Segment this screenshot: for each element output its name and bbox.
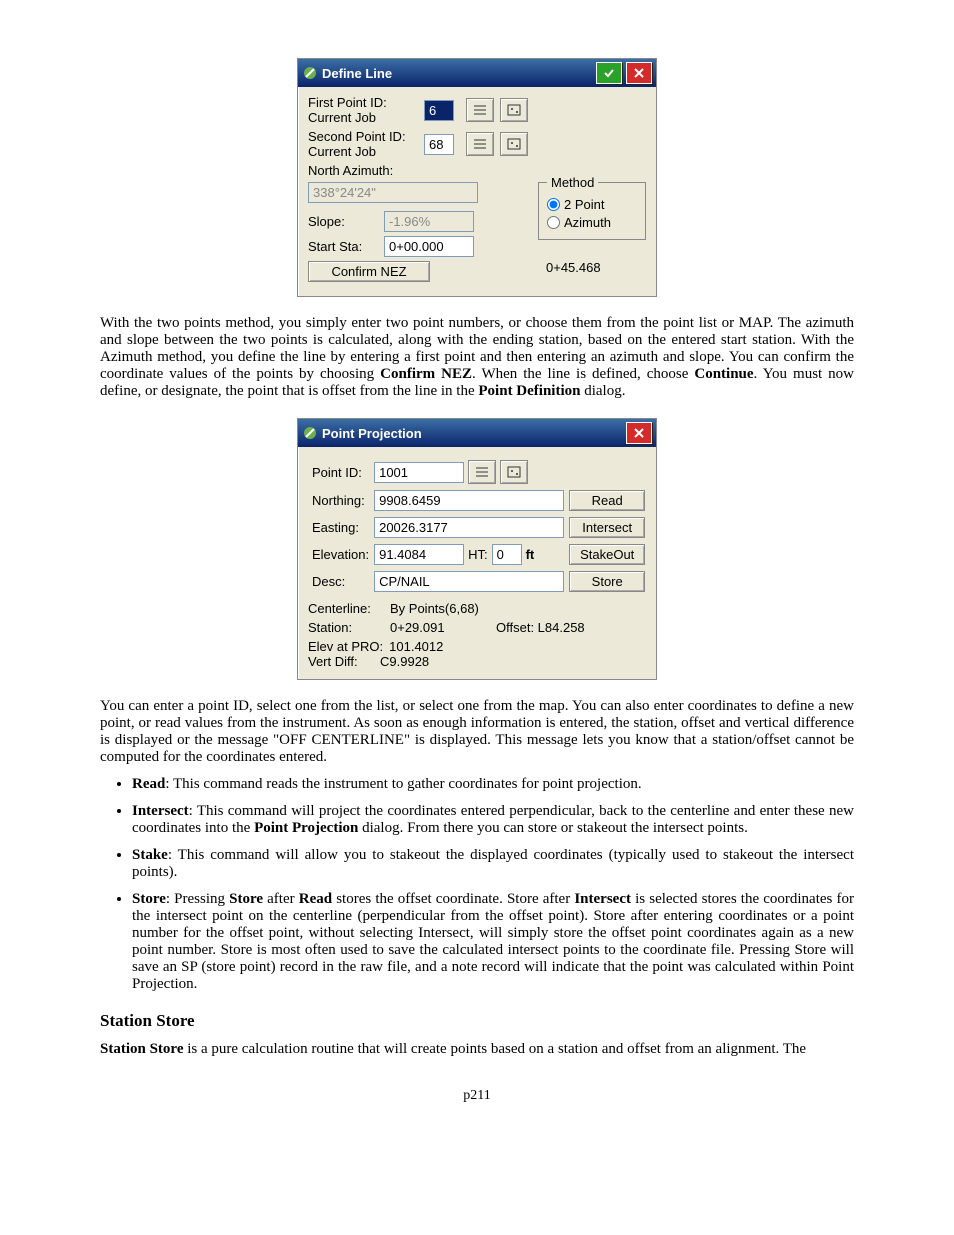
bullet-stake: Stake: This command will allow you to st… bbox=[132, 847, 854, 881]
bullet-read: Read: This command reads the instrument … bbox=[132, 776, 854, 793]
easting-label: Easting: bbox=[311, 516, 370, 539]
north-azimuth-input: 338°24'24" bbox=[308, 182, 478, 203]
elev-pro-label: Elev at PRO: bbox=[308, 639, 383, 654]
list-icon-button-2[interactable] bbox=[466, 132, 494, 156]
map-icon-button[interactable] bbox=[500, 460, 528, 484]
first-point-sub: Current Job bbox=[308, 110, 418, 125]
read-button[interactable]: Read bbox=[569, 490, 645, 511]
define-line-dialog: Define Line First Point ID: Current Job … bbox=[297, 58, 657, 297]
vert-diff-value: C9.9928 bbox=[380, 654, 429, 669]
stakeout-button[interactable]: StakeOut bbox=[569, 544, 645, 565]
paragraph-1: With the two points method, you simply e… bbox=[100, 315, 854, 400]
radio-azimuth[interactable]: Azimuth bbox=[547, 215, 637, 230]
radio-azimuth-label: Azimuth bbox=[564, 215, 611, 230]
ht-label: HT: bbox=[468, 547, 488, 562]
desc-input[interactable]: CP/NAIL bbox=[374, 571, 564, 592]
page-number: p211 bbox=[100, 1088, 854, 1104]
centerline-value: By Points(6,68) bbox=[390, 601, 479, 616]
bullet-intersect: Intersect: This command will project the… bbox=[132, 803, 854, 837]
second-point-label: Second Point ID: bbox=[308, 129, 418, 144]
ht-unit: ft bbox=[526, 547, 535, 562]
first-point-label: First Point ID: bbox=[308, 95, 418, 110]
station-value: 0+29.091 bbox=[390, 620, 490, 635]
confirm-nez-button[interactable]: Confirm NEZ bbox=[308, 261, 430, 282]
map-icon-button[interactable] bbox=[500, 98, 528, 122]
radio-2point[interactable]: 2 Point bbox=[547, 197, 637, 212]
radio-2point-label: 2 Point bbox=[564, 197, 604, 212]
bullet-store: Store: Pressing Store after Read stores … bbox=[132, 891, 854, 993]
station-label: Station: bbox=[308, 620, 384, 635]
titlebar: Define Line bbox=[298, 59, 656, 87]
easting-input[interactable]: 20026.3177 bbox=[374, 517, 564, 538]
title-text: Define Line bbox=[322, 66, 592, 81]
second-point-sub: Current Job bbox=[308, 144, 418, 159]
start-sta-input[interactable]: 0+00.000 bbox=[384, 236, 474, 257]
point-id-input[interactable]: 1001 bbox=[374, 462, 464, 483]
second-point-input[interactable]: 68 bbox=[424, 134, 454, 155]
intersect-button[interactable]: Intersect bbox=[569, 517, 645, 538]
northing-label: Northing: bbox=[311, 489, 370, 512]
close-button[interactable] bbox=[626, 62, 652, 84]
list-icon-button[interactable] bbox=[466, 98, 494, 122]
slope-label: Slope: bbox=[308, 214, 378, 229]
desc-label: Desc: bbox=[311, 570, 370, 593]
ok-button[interactable] bbox=[596, 62, 622, 84]
app-icon bbox=[302, 425, 318, 441]
start-sta-label: Start Sta: bbox=[308, 239, 378, 254]
point-id-label: Point ID: bbox=[311, 459, 370, 485]
centerline-label: Centerline: bbox=[308, 601, 384, 616]
slope-input: -1.96% bbox=[384, 211, 474, 232]
paragraph-3: Station Store is a pure calculation rout… bbox=[100, 1041, 854, 1058]
vert-diff-label: Vert Diff: bbox=[308, 654, 374, 669]
radio-2point-input[interactable] bbox=[547, 198, 560, 211]
north-azimuth-label: North Azimuth: bbox=[308, 163, 393, 178]
northing-input[interactable]: 9908.6459 bbox=[374, 490, 564, 511]
app-icon bbox=[302, 65, 318, 81]
close-button[interactable] bbox=[626, 422, 652, 444]
map-icon-button-2[interactable] bbox=[500, 132, 528, 156]
title-text: Point Projection bbox=[322, 426, 622, 441]
titlebar: Point Projection bbox=[298, 419, 656, 447]
method-legend: Method bbox=[547, 175, 598, 190]
store-button[interactable]: Store bbox=[569, 571, 645, 592]
ht-input[interactable]: 0 bbox=[492, 544, 522, 565]
point-projection-dialog: Point Projection Point ID: 1001 bbox=[297, 418, 657, 680]
elev-pro-value: 101.4012 bbox=[389, 639, 443, 654]
bullet-list: Read: This command reads the instrument … bbox=[100, 776, 854, 993]
offset-value: Offset: L84.258 bbox=[496, 620, 585, 635]
elevation-label: Elevation: bbox=[311, 543, 370, 566]
radio-azimuth-input[interactable] bbox=[547, 216, 560, 229]
end-sta-value: 0+45.468 bbox=[538, 260, 646, 275]
first-point-input[interactable]: 6 bbox=[424, 100, 454, 121]
list-icon-button[interactable] bbox=[468, 460, 496, 484]
method-group: Method 2 Point Azimuth bbox=[538, 175, 646, 240]
paragraph-2: You can enter a point ID, select one fro… bbox=[100, 698, 854, 766]
station-store-heading: Station Store bbox=[100, 1011, 854, 1031]
elevation-input[interactable]: 91.4084 bbox=[374, 544, 464, 565]
